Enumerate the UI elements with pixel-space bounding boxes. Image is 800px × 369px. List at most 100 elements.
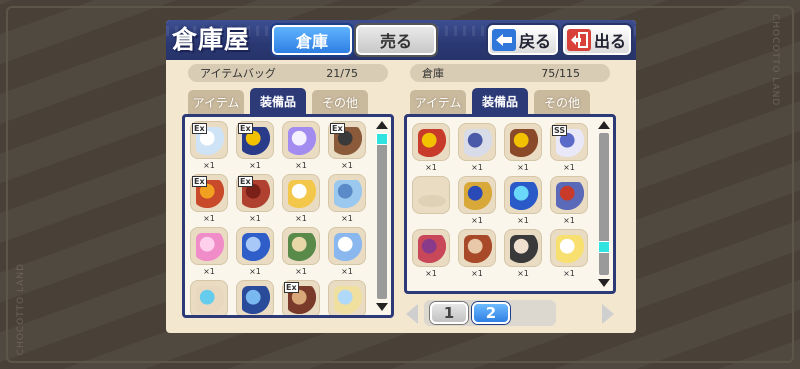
equipment-icon: [196, 286, 224, 314]
equipment-icon: [418, 129, 446, 157]
item-slot[interactable]: Ex: [282, 280, 320, 315]
equipment-icon: [334, 180, 362, 208]
storage-scrollbar[interactable]: [597, 121, 611, 287]
item-slot[interactable]: Ex ×1: [236, 121, 274, 170]
item-bag-tabs: アイテム 装備品 その他: [188, 88, 388, 114]
equipment-icon: [334, 233, 362, 261]
back-button[interactable]: 戻る: [488, 25, 558, 55]
item-quantity: ×1: [249, 267, 261, 276]
item-slot[interactable]: ×1: [504, 176, 542, 225]
item-slot[interactable]: ×1: [504, 123, 542, 172]
item-bag-panel: アイテムバッグ 21/75 アイテム 装備品 その他 Ex ×1 Ex ×1 ×1 Ex ×…: [182, 64, 402, 328]
item-bag-header: アイテムバッグ 21/75: [188, 64, 388, 82]
equipment-icon: [556, 182, 584, 210]
scroll-down-icon[interactable]: [598, 279, 610, 287]
item-slot[interactable]: [190, 280, 228, 315]
equipment-icon: [334, 286, 362, 314]
item-quantity: ×1: [471, 163, 483, 172]
tab-sell[interactable]: 売る: [356, 25, 436, 55]
item-quantity: ×1: [341, 214, 353, 223]
item-quantity: ×1: [517, 216, 529, 225]
equipment-icon: [288, 180, 316, 208]
item-slot[interactable]: ×1: [282, 174, 320, 223]
item-rank-badge: Ex: [192, 123, 207, 134]
storage-tab-items[interactable]: アイテム: [410, 90, 466, 114]
item-quantity: ×1: [563, 269, 575, 278]
item-quantity: ×1: [295, 214, 307, 223]
item-quantity: ×1: [203, 161, 215, 170]
storage-pager: 1 2: [404, 300, 616, 326]
item-slot[interactable]: SS ×1: [550, 123, 588, 172]
storage-grid: ×1 ×1 ×1 SS ×1 ×1 ×1 ×1 ×1 ×1 ×1 ×1: [404, 114, 616, 294]
exit-button[interactable]: 出る: [563, 25, 631, 55]
item-slot[interactable]: ×1: [458, 176, 496, 225]
item-slot[interactable]: ×1: [328, 227, 366, 276]
item-slot[interactable]: Ex ×1: [190, 121, 228, 170]
equipment-icon: [510, 129, 538, 157]
item-slot[interactable]: Ex ×1: [328, 121, 366, 170]
equipment-icon: [418, 235, 446, 263]
scroll-track[interactable]: [598, 133, 610, 275]
page-1-button[interactable]: 1: [430, 302, 468, 324]
prev-page-icon[interactable]: [406, 304, 418, 324]
scroll-up-icon[interactable]: [376, 121, 388, 129]
item-quantity: ×1: [295, 161, 307, 170]
item-slot[interactable]: ×1: [458, 229, 496, 278]
scroll-down-icon[interactable]: [376, 303, 388, 311]
equipment-icon: [242, 286, 270, 314]
page-2-button[interactable]: 2: [472, 302, 510, 324]
item-slot[interactable]: ×1: [282, 227, 320, 276]
next-page-icon[interactable]: [602, 304, 614, 324]
item-quantity: ×1: [249, 214, 261, 223]
item-slot[interactable]: [412, 176, 450, 214]
storage-tabs: アイテム 装備品 その他: [410, 88, 610, 114]
item-quantity: ×1: [517, 269, 529, 278]
item-bag-scrollbar[interactable]: [375, 121, 389, 311]
scroll-thumb[interactable]: [598, 241, 610, 253]
item-slot[interactable]: ×1: [458, 123, 496, 172]
tab-equipment[interactable]: 装備品: [250, 88, 306, 114]
scroll-thumb[interactable]: [376, 133, 388, 145]
item-quantity: ×1: [203, 214, 215, 223]
item-slot[interactable]: ×1: [504, 229, 542, 278]
equipment-icon: [464, 235, 492, 263]
tab-other[interactable]: その他: [312, 90, 368, 114]
storage-tab-other[interactable]: その他: [534, 90, 590, 114]
brand-watermark-right: CHOCOTTO LAND: [770, 14, 780, 107]
item-slot[interactable]: ×1: [328, 174, 366, 223]
item-quantity: ×1: [517, 163, 529, 172]
item-slot[interactable]: ×1: [282, 121, 320, 170]
item-rank-badge: Ex: [238, 176, 253, 187]
scroll-up-icon[interactable]: [598, 121, 610, 129]
item-slot[interactable]: ×1: [550, 229, 588, 278]
storage-title: 倉庫: [422, 67, 444, 80]
item-bag-title: アイテムバッグ: [200, 67, 276, 80]
item-quantity: ×1: [295, 267, 307, 276]
equipment-icon: [464, 129, 492, 157]
equipment-icon: [556, 235, 584, 263]
item-slot[interactable]: ×1: [412, 123, 450, 172]
item-slot[interactable]: ×1: [236, 227, 274, 276]
tab-items[interactable]: アイテム: [188, 90, 244, 114]
item-slot[interactable]: Ex ×1: [236, 174, 274, 223]
equipment-icon: [242, 233, 270, 261]
back-label: 戻る: [519, 32, 552, 51]
item-slot[interactable]: ×1: [550, 176, 588, 225]
equipment-icon: [510, 235, 538, 263]
tab-warehouse[interactable]: 倉庫: [272, 25, 352, 55]
storage-tab-equipment[interactable]: 装備品: [472, 88, 528, 114]
exit-label: 出る: [594, 32, 627, 51]
equipment-icon: [288, 233, 316, 261]
item-slot[interactable]: [328, 280, 366, 315]
storage-count: 75/115: [541, 66, 580, 80]
item-quantity: ×1: [425, 163, 437, 172]
item-slot[interactable]: [236, 280, 274, 315]
brand-watermark-left: CHOCOTTO LAND: [16, 262, 26, 355]
scroll-track[interactable]: [376, 133, 388, 299]
item-slot[interactable]: ×1: [190, 227, 228, 276]
item-quantity: ×1: [249, 161, 261, 170]
item-slot[interactable]: ×1: [412, 229, 450, 278]
item-quantity: ×1: [471, 269, 483, 278]
item-quantity: ×1: [341, 267, 353, 276]
item-slot[interactable]: Ex ×1: [190, 174, 228, 223]
